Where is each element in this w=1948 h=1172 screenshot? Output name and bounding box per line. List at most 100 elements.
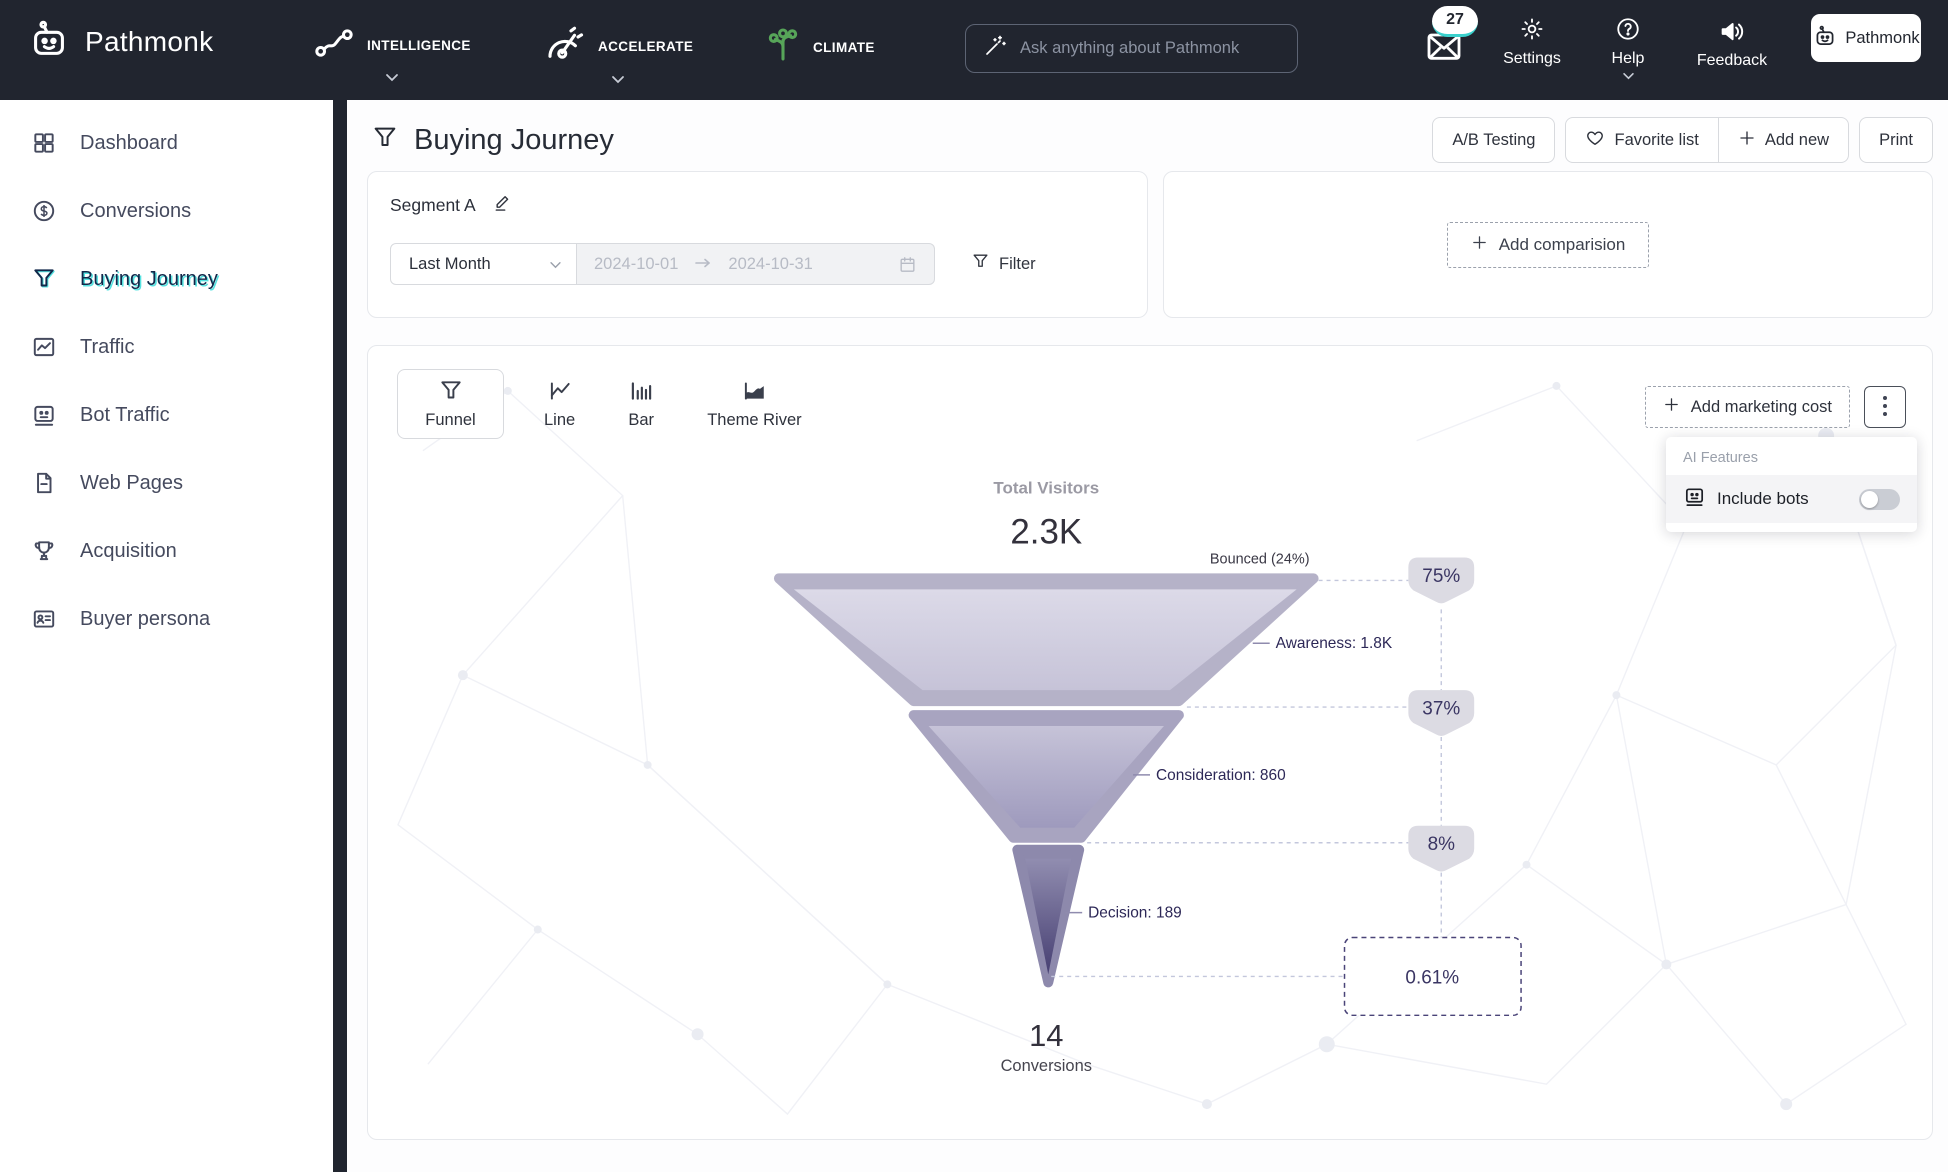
date-end: 2024-10-31 bbox=[728, 255, 812, 274]
plus-icon bbox=[1738, 129, 1756, 152]
brand-name: Pathmonk bbox=[85, 26, 213, 58]
ask-search-box[interactable] bbox=[965, 24, 1298, 73]
svg-text:8%: 8% bbox=[1428, 834, 1456, 855]
help-button[interactable]: Help bbox=[1600, 16, 1656, 80]
total-visitors-value: 2.3K bbox=[1010, 513, 1082, 552]
settings-button[interactable]: Settings bbox=[1497, 16, 1567, 68]
ab-testing-button[interactable]: A/B Testing bbox=[1432, 117, 1555, 163]
pathmonk-robot-icon bbox=[1812, 23, 1838, 54]
bot-face-icon bbox=[1683, 485, 1706, 513]
megaphone-icon bbox=[1718, 18, 1746, 44]
account-button[interactable]: Pathmonk bbox=[1811, 14, 1921, 62]
intelligence-route-icon bbox=[314, 26, 354, 65]
filter-funnel-icon bbox=[971, 252, 990, 276]
plus-icon bbox=[1471, 234, 1488, 256]
tab-funnel[interactable]: Funnel bbox=[397, 369, 504, 439]
conversions-value: 14 bbox=[1029, 1018, 1063, 1053]
segment-card: Segment A Last Month 2024-10-01 bbox=[367, 171, 1148, 318]
funnel-segment-awareness bbox=[779, 578, 1314, 701]
accelerate-gauge-icon bbox=[543, 26, 585, 67]
heart-icon bbox=[1585, 128, 1605, 153]
rate-badge-decision: 8% bbox=[1408, 826, 1474, 872]
rate-badge-awareness: 75% bbox=[1408, 557, 1474, 603]
funnel-segment-consideration bbox=[914, 715, 1179, 838]
document-icon bbox=[31, 470, 57, 496]
period-select[interactable]: Last Month bbox=[390, 243, 577, 285]
funnel-title-icon bbox=[371, 124, 399, 157]
funnel-tab-icon bbox=[438, 378, 464, 404]
sidebar: Dashboard Conversions Buying Journey Tra… bbox=[0, 100, 333, 1172]
sidebar-divider bbox=[333, 100, 347, 1172]
tab-theme-river[interactable]: Theme River bbox=[694, 369, 814, 439]
favorite-list-button[interactable]: Favorite list bbox=[1566, 118, 1717, 162]
sidebar-item-dashboard[interactable]: Dashboard bbox=[0, 109, 333, 177]
sidebar-item-acquisition[interactable]: Acquisition bbox=[0, 517, 333, 585]
segment-name: Segment A bbox=[390, 195, 476, 216]
top-navbar: Pathmonk INTELLIGENCE ACCELERATE bbox=[0, 0, 1948, 100]
bar-tab-icon bbox=[628, 378, 654, 404]
filter-button[interactable]: Filter bbox=[971, 252, 1036, 276]
dollar-circle-icon bbox=[31, 198, 57, 224]
add-comparison-button[interactable]: Add comparision bbox=[1447, 222, 1650, 268]
add-marketing-cost-button[interactable]: Add marketing cost bbox=[1645, 386, 1850, 428]
sidebar-item-bot-traffic[interactable]: Bot Traffic bbox=[0, 381, 333, 449]
tab-bar[interactable]: Bar bbox=[615, 369, 667, 439]
notifications[interactable]: 27 bbox=[1424, 26, 1464, 69]
line-tab-icon bbox=[547, 378, 573, 404]
chart-type-tabs: Funnel Line Bar Theme River bbox=[397, 369, 815, 439]
toggle-knob bbox=[1861, 491, 1878, 508]
add-new-button[interactable]: Add new bbox=[1719, 118, 1848, 162]
page-header: Buying Journey A/B Testing Favorite list… bbox=[347, 100, 1948, 163]
header-actions: A/B Testing Favorite list Add new Print bbox=[1432, 117, 1933, 163]
main-content: Buying Journey A/B Testing Favorite list… bbox=[347, 100, 1948, 1172]
feedback-button[interactable]: Feedback bbox=[1686, 18, 1778, 70]
sidebar-item-buyer-persona[interactable]: Buyer persona bbox=[0, 585, 333, 653]
rate-badge-consideration: 37% bbox=[1408, 690, 1474, 736]
edit-pencil-icon[interactable] bbox=[493, 193, 513, 218]
chart-card: 75% 37% 8% 0.61% Awareness: 1.8K Conside… bbox=[367, 345, 1933, 1140]
favorite-addnew-group: Favorite list Add new bbox=[1565, 117, 1849, 163]
nav-menu-intelligence[interactable]: INTELLIGENCE bbox=[314, 0, 471, 100]
print-button[interactable]: Print bbox=[1859, 117, 1933, 163]
chart-options-kebab-button[interactable] bbox=[1864, 386, 1906, 428]
nav-menu-accelerate[interactable]: ACCELERATE bbox=[543, 0, 693, 100]
date-start: 2024-10-01 bbox=[594, 255, 678, 274]
bounced-label: Bounced (24%) bbox=[1210, 551, 1310, 567]
line-chart-icon bbox=[31, 334, 57, 360]
sidebar-item-traffic[interactable]: Traffic bbox=[0, 313, 333, 381]
chevron-down-icon bbox=[611, 75, 625, 84]
funnel-icon bbox=[31, 266, 57, 292]
ai-features-dropdown: AI Features Include bots bbox=[1666, 437, 1917, 532]
sidebar-item-web-pages[interactable]: Web Pages bbox=[0, 449, 333, 517]
calendar-icon bbox=[898, 255, 917, 274]
sidebar-item-conversions[interactable]: Conversions bbox=[0, 177, 333, 245]
include-bots-item[interactable]: Include bots bbox=[1666, 475, 1917, 523]
chevron-down-icon bbox=[1622, 72, 1635, 80]
gear-icon bbox=[1519, 16, 1545, 42]
chevron-down-icon bbox=[385, 73, 399, 82]
decision-label: Decision: 189 bbox=[1088, 905, 1182, 922]
conversion-rate-box: 0.61% bbox=[1345, 938, 1522, 1016]
envelope-icon bbox=[1424, 51, 1464, 68]
dropdown-header: AI Features bbox=[1666, 437, 1917, 475]
svg-text:37%: 37% bbox=[1422, 699, 1460, 720]
bot-face-icon bbox=[31, 402, 57, 428]
consideration-label: Consideration: 860 bbox=[1156, 767, 1286, 784]
tab-line[interactable]: Line bbox=[531, 369, 588, 439]
plus-icon bbox=[1663, 396, 1680, 418]
kebab-menu-icon bbox=[1882, 394, 1888, 421]
magic-wand-icon bbox=[983, 34, 1007, 63]
sidebar-item-buying-journey[interactable]: Buying Journey bbox=[0, 245, 333, 313]
theme-river-tab-icon bbox=[741, 378, 767, 404]
brand[interactable]: Pathmonk bbox=[26, 16, 213, 67]
date-range-input[interactable]: 2024-10-01 2024-10-31 bbox=[577, 243, 935, 285]
nav-menu-climate[interactable]: CLIMATE bbox=[766, 0, 875, 100]
id-card-icon bbox=[31, 606, 57, 632]
search-input[interactable] bbox=[1020, 39, 1280, 58]
svg-text:0.61%: 0.61% bbox=[1405, 967, 1459, 988]
include-bots-toggle[interactable] bbox=[1859, 489, 1900, 510]
question-mark-icon bbox=[1615, 16, 1641, 42]
grid-icon bbox=[31, 130, 57, 156]
conversions-label: Conversions bbox=[1001, 1057, 1092, 1075]
pathmonk-robot-logo-icon bbox=[26, 16, 72, 67]
